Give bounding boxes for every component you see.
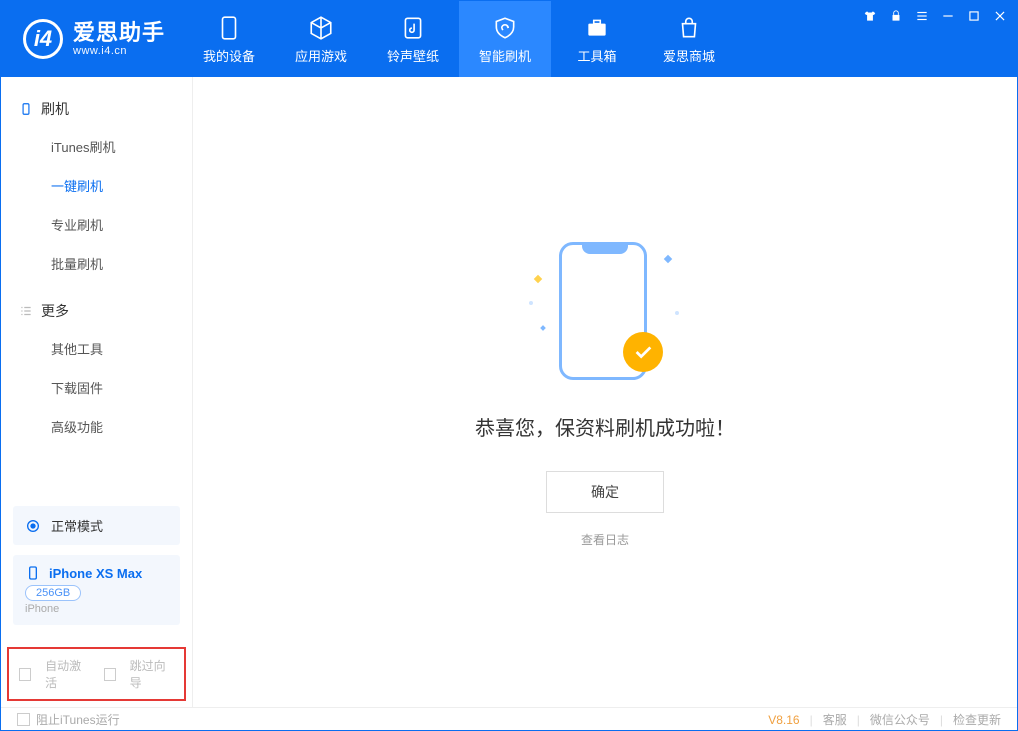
view-log-link[interactable]: 查看日志: [581, 531, 629, 548]
list-icon: [19, 304, 33, 318]
version-label: V8.16: [768, 713, 799, 727]
sidebar-group-more: 更多: [1, 293, 192, 329]
app-url: www.i4.cn: [73, 45, 165, 57]
footer-right: V8.16 | 客服 | 微信公众号 | 检查更新: [768, 711, 1001, 728]
footer: 阻止iTunes运行 V8.16 | 客服 | 微信公众号 | 检查更新: [1, 707, 1017, 731]
tab-label: 工具箱: [578, 46, 617, 65]
menu-icon[interactable]: [915, 9, 929, 23]
cube-icon: [307, 14, 335, 42]
sidebar-item-itunes-flash[interactable]: iTunes刷机: [1, 127, 192, 166]
tab-apps-games[interactable]: 应用游戏: [275, 1, 367, 77]
tab-my-device[interactable]: 我的设备: [183, 1, 275, 77]
success-message: 恭喜您，保资料刷机成功啦！: [475, 412, 735, 441]
logo-text: 爱思助手 www.i4.cn: [73, 21, 165, 57]
wechat-link[interactable]: 微信公众号: [870, 711, 930, 728]
device-mode-box[interactable]: 正常模式: [13, 506, 180, 545]
device-info-box[interactable]: iPhone XS Max 256GB iPhone: [13, 555, 180, 625]
tab-label: 应用游戏: [295, 46, 347, 65]
tab-label: 铃声壁纸: [387, 46, 439, 65]
phone-icon: [215, 14, 243, 42]
highlighted-checkbox-row: 自动激活 跳过向导: [7, 647, 186, 701]
sidebar-group-flash: 刷机: [1, 91, 192, 127]
sidebar-group-label: 更多: [41, 301, 69, 321]
sidebar-item-advanced[interactable]: 高级功能: [1, 407, 192, 446]
close-icon[interactable]: [993, 9, 1007, 23]
device-panel: 正常模式 iPhone XS Max 256GB iPhone: [13, 506, 180, 625]
auto-activate-checkbox[interactable]: [19, 668, 31, 681]
skip-guide-checkbox[interactable]: [104, 668, 116, 681]
skip-guide-label: 跳过向导: [130, 657, 174, 691]
check-badge-icon: [623, 332, 663, 372]
maximize-icon[interactable]: [967, 9, 981, 23]
confirm-button[interactable]: 确定: [546, 471, 664, 513]
support-link[interactable]: 客服: [823, 711, 847, 728]
bag-icon: [675, 14, 703, 42]
success-illustration: [535, 236, 675, 386]
check-update-link[interactable]: 检查更新: [953, 711, 1001, 728]
tab-label: 爱思商城: [663, 46, 715, 65]
block-itunes-checkbox[interactable]: [17, 713, 30, 726]
music-file-icon: [399, 14, 427, 42]
logo-icon: i4: [23, 19, 63, 59]
sidebar-group-label: 刷机: [41, 99, 69, 119]
main-tabs: 我的设备 应用游戏 铃声壁纸 智能刷机 工具箱 爱思商城: [183, 1, 735, 77]
tab-store[interactable]: 爱思商城: [643, 1, 735, 77]
device-mode-text: 正常模式: [51, 516, 103, 535]
tshirt-icon[interactable]: [863, 9, 877, 23]
tab-label: 我的设备: [203, 46, 255, 65]
minimize-icon[interactable]: [941, 9, 955, 23]
sidebar-item-download-firmware[interactable]: 下载固件: [1, 368, 192, 407]
sidebar-item-batch-flash[interactable]: 批量刷机: [1, 244, 192, 283]
lock-icon[interactable]: [889, 9, 903, 23]
device-name: iPhone XS Max: [49, 566, 142, 581]
footer-left: 阻止iTunes运行: [17, 711, 120, 728]
auto-activate-label: 自动激活: [45, 657, 89, 691]
sidebar-item-other-tools[interactable]: 其他工具: [1, 329, 192, 368]
sidebar-item-onekey-flash[interactable]: 一键刷机: [1, 166, 192, 205]
tab-label: 智能刷机: [479, 46, 531, 65]
device-type: iPhone: [25, 603, 168, 615]
tab-smart-flash[interactable]: 智能刷机: [459, 1, 551, 77]
phone-small-icon: [19, 102, 33, 116]
device-capacity: 256GB: [25, 585, 81, 601]
main-content: 恭喜您，保资料刷机成功啦！ 确定 查看日志: [193, 77, 1017, 707]
logo-area: i4 爱思助手 www.i4.cn: [1, 1, 183, 77]
app-body: 刷机 iTunes刷机 一键刷机 专业刷机 批量刷机 更多 其他工具 下载固件 …: [1, 77, 1017, 707]
app-header: i4 爱思助手 www.i4.cn 我的设备 应用游戏 铃声壁纸 智能刷机 工具…: [1, 1, 1017, 77]
sync-icon: [25, 518, 41, 534]
app-name: 爱思助手: [73, 21, 165, 45]
device-icon: [25, 565, 41, 581]
sidebar-item-pro-flash[interactable]: 专业刷机: [1, 205, 192, 244]
sidebar: 刷机 iTunes刷机 一键刷机 专业刷机 批量刷机 更多 其他工具 下载固件 …: [1, 77, 193, 707]
tab-ringtones-wallpapers[interactable]: 铃声壁纸: [367, 1, 459, 77]
refresh-shield-icon: [491, 14, 519, 42]
briefcase-icon: [583, 14, 611, 42]
tab-toolbox[interactable]: 工具箱: [551, 1, 643, 77]
block-itunes-label: 阻止iTunes运行: [36, 711, 120, 728]
